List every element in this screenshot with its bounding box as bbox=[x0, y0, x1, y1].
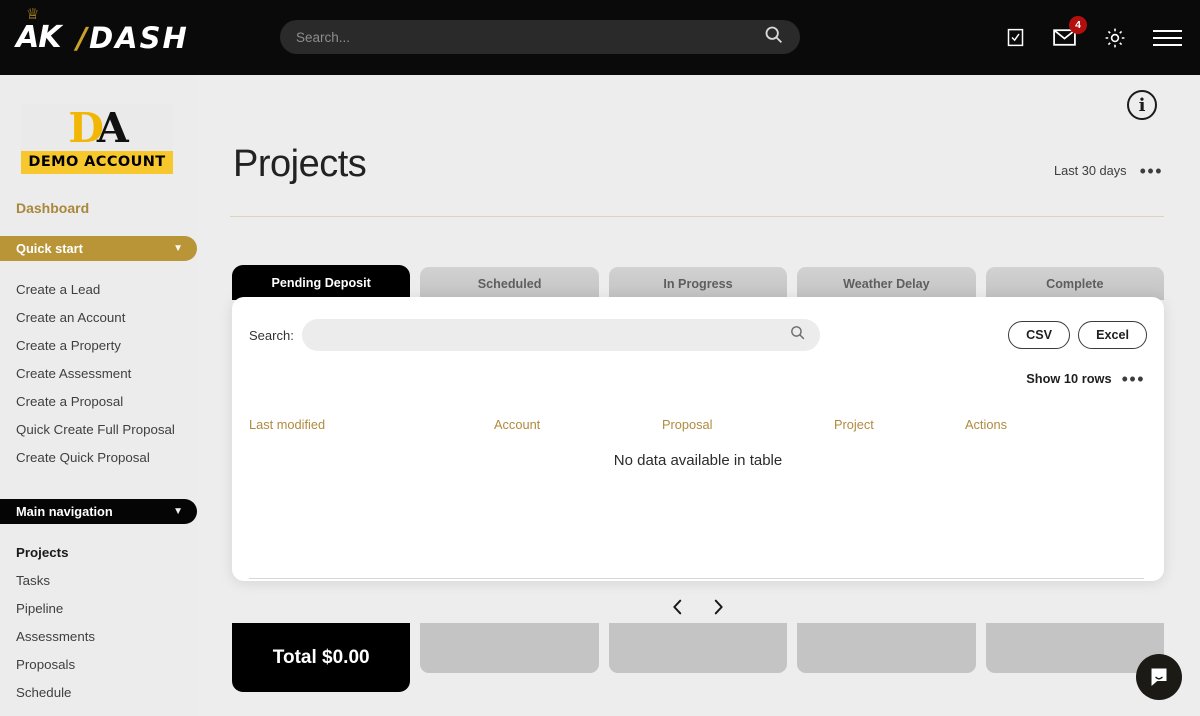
rows-per-page-label[interactable]: Show 10 rows bbox=[1026, 371, 1111, 386]
table-search-box[interactable] bbox=[301, 319, 820, 351]
table-pagination bbox=[232, 597, 1164, 621]
sidebar-item-pipeline[interactable]: Pipeline bbox=[0, 594, 197, 622]
quick-start-list: Create a Lead Create an Account Create a… bbox=[0, 275, 197, 471]
brand-dash-text: ∕DASH bbox=[76, 21, 188, 55]
sidebar-section-main-navigation[interactable]: Main navigation ▼ bbox=[0, 499, 197, 524]
total-weather-delay bbox=[797, 623, 976, 673]
sidebar-item-create-account[interactable]: Create an Account bbox=[0, 303, 197, 331]
tab-complete[interactable]: Complete bbox=[985, 267, 1165, 300]
main-navigation-list: Projects Tasks Pipeline Assessments Prop… bbox=[0, 538, 197, 706]
page-header: Projects Last 30 days ••• bbox=[233, 143, 1163, 186]
logo-letter-a: A bbox=[96, 103, 129, 152]
total-complete bbox=[985, 623, 1165, 673]
sidebar-item-create-lead[interactable]: Create a Lead bbox=[0, 275, 197, 303]
account-logo-mark: DA bbox=[21, 103, 173, 152]
page-header-controls: Last 30 days ••• bbox=[1054, 162, 1163, 186]
total-scheduled bbox=[420, 623, 599, 673]
search-input[interactable] bbox=[296, 29, 763, 45]
main-content: i Projects Last 30 days ••• Pending Depo… bbox=[197, 75, 1200, 716]
csv-export-button[interactable]: CSV bbox=[1008, 321, 1071, 349]
mail-badge: 4 bbox=[1069, 16, 1087, 34]
mail-icon[interactable]: 4 bbox=[1052, 16, 1087, 50]
total-in-progress bbox=[608, 623, 788, 673]
brand-dash-label: DASH bbox=[89, 20, 189, 55]
sidebar-item-assessments[interactable]: Assessments bbox=[0, 622, 197, 650]
header-divider bbox=[230, 216, 1164, 217]
sidebar-item-create-proposal[interactable]: Create a Proposal bbox=[0, 387, 197, 415]
info-icon[interactable]: i bbox=[1127, 90, 1157, 120]
quick-start-label: Quick start bbox=[16, 241, 83, 256]
brand-ak-text: ♕ AK bbox=[12, 7, 61, 56]
sidebar-item-dashboard[interactable]: Dashboard bbox=[16, 200, 197, 216]
top-icon-group: 4 bbox=[1005, 0, 1182, 75]
rows-overflow-menu-icon[interactable]: ••• bbox=[1122, 370, 1145, 388]
export-buttons: CSV Excel bbox=[1008, 321, 1147, 349]
data-table-panel: Search: CSV Excel Show 10 rows ••• Last … bbox=[232, 297, 1164, 615]
sidebar-item-tasks[interactable]: Tasks bbox=[0, 566, 197, 594]
column-header-last-modified[interactable]: Last modified bbox=[249, 417, 494, 432]
date-range-label[interactable]: Last 30 days bbox=[1054, 163, 1127, 178]
chevron-down-icon: ▼ bbox=[173, 506, 183, 517]
main-navigation-label: Main navigation bbox=[16, 504, 113, 519]
table-search-input[interactable] bbox=[315, 327, 789, 343]
sidebar-item-create-quick-proposal[interactable]: Create Quick Proposal bbox=[0, 443, 197, 471]
tab-weather-delay[interactable]: Weather Delay bbox=[797, 267, 976, 300]
search-icon bbox=[789, 324, 806, 346]
table-search-label: Search: bbox=[249, 327, 294, 343]
table-toolbar: Search: CSV Excel bbox=[249, 319, 1147, 351]
top-bar: ♕ AK ∕DASH 4 bbox=[0, 0, 1200, 75]
status-tabs: Pending Deposit Scheduled In Progress We… bbox=[232, 265, 1165, 300]
sidebar-section-quick-start[interactable]: Quick start ▼ bbox=[0, 236, 197, 261]
column-header-proposal[interactable]: Proposal bbox=[662, 417, 834, 432]
table-bottom-divider bbox=[249, 578, 1144, 579]
page-overflow-menu-icon[interactable]: ••• bbox=[1140, 162, 1163, 180]
column-header-project[interactable]: Project bbox=[834, 417, 965, 432]
brand-ak-label: AK bbox=[16, 20, 61, 55]
brand-slash: ∕ bbox=[76, 20, 90, 55]
pagination-next-button[interactable] bbox=[711, 597, 726, 621]
account-logo-caption: DEMO ACCOUNT bbox=[21, 151, 173, 174]
tab-scheduled[interactable]: Scheduled bbox=[420, 267, 599, 300]
sidebar: DA DEMO ACCOUNT Dashboard Quick start ▼ … bbox=[0, 75, 197, 716]
chat-bubble-icon bbox=[1151, 668, 1167, 686]
account-logo: DA DEMO ACCOUNT bbox=[21, 104, 173, 174]
total-pending-deposit: Total $0.00 bbox=[232, 623, 411, 692]
gear-icon[interactable] bbox=[1103, 26, 1127, 50]
sidebar-item-quick-create-full-proposal[interactable]: Quick Create Full Proposal bbox=[0, 415, 197, 443]
page-title: Projects bbox=[233, 143, 367, 185]
intercom-chat-button[interactable] bbox=[1136, 654, 1182, 700]
sidebar-item-proposals[interactable]: Proposals bbox=[0, 650, 197, 678]
search-icon bbox=[763, 24, 784, 50]
global-search[interactable] bbox=[280, 20, 800, 54]
tab-pending-deposit[interactable]: Pending Deposit bbox=[232, 265, 411, 300]
chevron-down-icon: ▼ bbox=[173, 243, 183, 254]
sidebar-item-create-assessment[interactable]: Create Assessment bbox=[0, 359, 197, 387]
task-icon[interactable] bbox=[1005, 27, 1026, 48]
sidebar-item-schedule[interactable]: Schedule bbox=[0, 678, 197, 706]
sidebar-item-create-property[interactable]: Create a Property bbox=[0, 331, 197, 359]
rows-per-page-control: Show 10 rows ••• bbox=[1026, 370, 1145, 388]
excel-export-button[interactable]: Excel bbox=[1078, 321, 1147, 349]
sidebar-item-projects[interactable]: Projects bbox=[0, 538, 197, 566]
column-header-actions: Actions bbox=[965, 417, 1007, 432]
pagination-prev-button[interactable] bbox=[670, 597, 685, 621]
tab-in-progress[interactable]: In Progress bbox=[608, 267, 788, 300]
app-logo[interactable]: ♕ AK ∕DASH bbox=[12, 0, 189, 75]
table-header-row: Last modified Account Proposal Project A… bbox=[249, 417, 1147, 432]
tab-totals-row: Total $0.00 bbox=[232, 623, 1165, 692]
table-empty-message: No data available in table bbox=[613, 452, 783, 469]
hamburger-icon[interactable] bbox=[1153, 29, 1182, 46]
column-header-account[interactable]: Account bbox=[494, 417, 662, 432]
crown-icon: ♕ bbox=[26, 5, 39, 23]
